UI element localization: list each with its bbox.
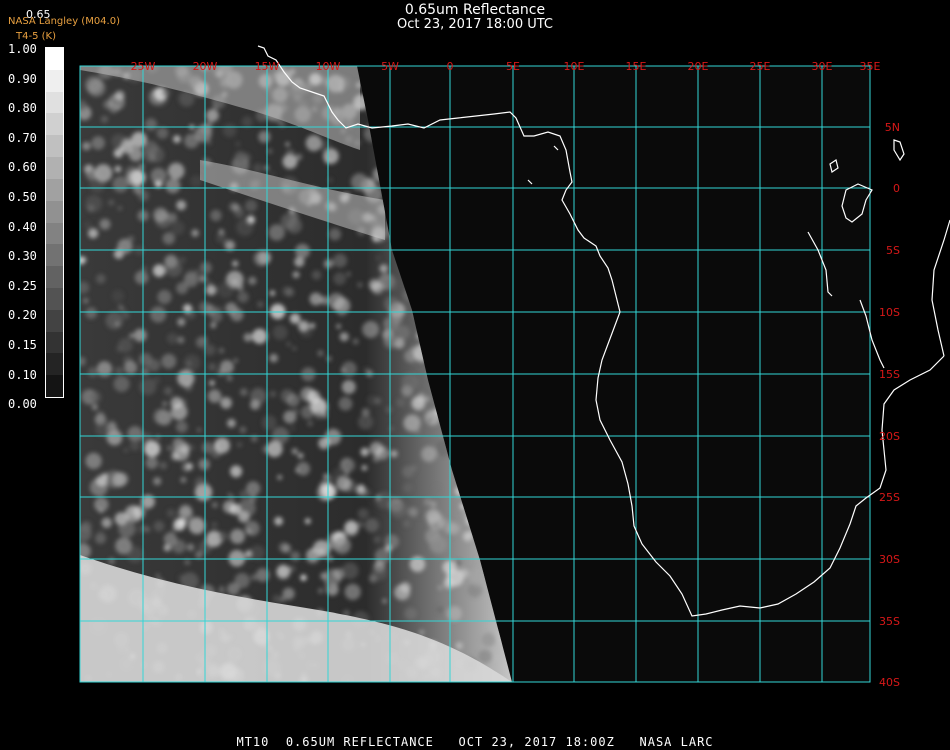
longitude-label: 25E bbox=[750, 60, 771, 73]
latitude-labels: 5N 0 5S 10S 15S 20S 25S 30S 35S 40S bbox=[879, 121, 900, 689]
longitude-label: 10E bbox=[564, 60, 585, 73]
longitude-label: 35E bbox=[860, 60, 881, 73]
longitude-label: 5W bbox=[381, 60, 399, 73]
longitude-label: 20W bbox=[193, 60, 218, 73]
longitude-label: 5E bbox=[506, 60, 520, 73]
latitude-label: 10S bbox=[879, 306, 900, 319]
latitude-label: 5S bbox=[886, 244, 900, 257]
longitude-label: 15W bbox=[255, 60, 280, 73]
latitude-label: 30S bbox=[879, 553, 900, 566]
latitude-label: 25S bbox=[879, 491, 900, 504]
longitude-label: 15E bbox=[626, 60, 647, 73]
latitude-label: 5N bbox=[885, 121, 900, 134]
latitude-label: 40S bbox=[879, 676, 900, 689]
latitude-label: 0 bbox=[893, 182, 900, 195]
latitude-label: 35S bbox=[879, 615, 900, 628]
footer-caption: MT10 0.65UM REFLECTANCE OCT 23, 2017 18:… bbox=[236, 735, 714, 749]
longitude-label: 10W bbox=[316, 60, 341, 73]
longitude-label: 0 bbox=[447, 60, 454, 73]
longitude-label: 30E bbox=[812, 60, 833, 73]
satellite-map: 25W 20W 15W 10W 5W 0 5E 10E 15E 20E 25E 30E 35E 5N05… bbox=[79, 45, 950, 689]
latitude-label: 20S bbox=[879, 430, 900, 443]
longitude-label: 25W bbox=[131, 60, 156, 73]
latitude-label: 15S bbox=[879, 368, 900, 381]
longitude-label: 20E bbox=[688, 60, 709, 73]
